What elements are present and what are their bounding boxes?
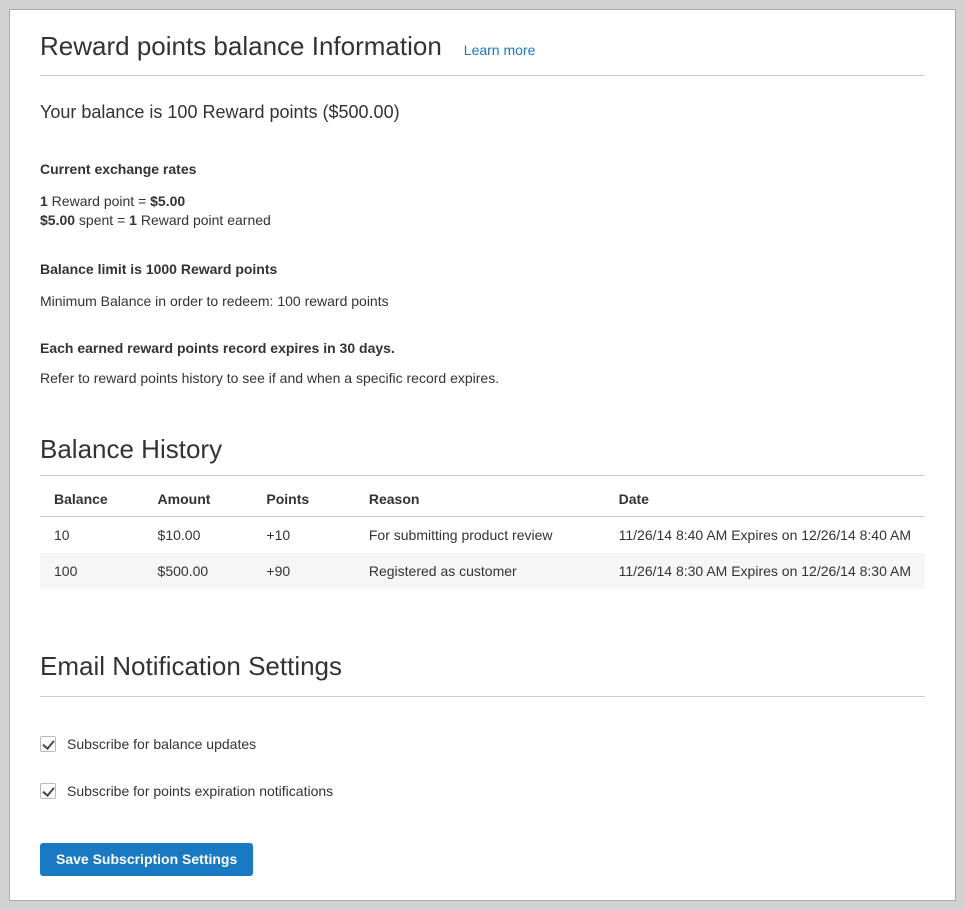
subscription-option-balance-updates: Subscribe for balance updates bbox=[40, 736, 925, 752]
column-header-points: Points bbox=[252, 476, 354, 517]
expiration-policy-text: Each earned reward points record expires… bbox=[40, 340, 925, 356]
column-header-balance: Balance bbox=[40, 476, 144, 517]
divider bbox=[40, 75, 925, 76]
balance-limit-text: Balance limit is 1000 Reward points bbox=[40, 261, 925, 277]
exchange-rate-lines: 1 Reward point = $5.00 $5.00 spent = 1 R… bbox=[40, 192, 925, 230]
page-header: Reward points balance Information Learn … bbox=[40, 23, 925, 62]
exchange-rate-line-2: $5.00 spent = 1 Reward point earned bbox=[40, 211, 925, 230]
column-header-reason: Reason bbox=[355, 476, 605, 517]
exchange-points-value: 1 bbox=[129, 212, 137, 228]
save-subscription-settings-button[interactable]: Save Subscription Settings bbox=[40, 843, 253, 876]
expiration-notifications-checkbox[interactable] bbox=[40, 783, 56, 799]
balance-updates-checkbox[interactable] bbox=[40, 736, 56, 752]
exchange-rate-line-1: 1 Reward point = $5.00 bbox=[40, 192, 925, 211]
exchange-line-text: Reward point earned bbox=[137, 212, 271, 228]
minimum-balance-text: Minimum Balance in order to redeem: 100 … bbox=[40, 293, 925, 309]
cell-balance: 100 bbox=[40, 553, 144, 589]
column-header-date: Date bbox=[605, 476, 925, 517]
cell-points: +90 bbox=[252, 553, 354, 589]
cell-points: +10 bbox=[252, 517, 354, 554]
email-settings-heading: Email Notification Settings bbox=[40, 651, 925, 682]
balance-history-table: Balance Amount Points Reason Date 10 $10… bbox=[40, 475, 925, 589]
exchange-money-value: $5.00 bbox=[40, 212, 75, 228]
learn-more-link[interactable]: Learn more bbox=[464, 42, 536, 58]
table-row: 100 $500.00 +90 Registered as customer 1… bbox=[40, 553, 925, 589]
column-header-amount: Amount bbox=[144, 476, 253, 517]
cell-amount: $10.00 bbox=[144, 517, 253, 554]
table-header-row: Balance Amount Points Reason Date bbox=[40, 476, 925, 517]
cell-reason: Registered as customer bbox=[355, 553, 605, 589]
balance-updates-label[interactable]: Subscribe for balance updates bbox=[67, 736, 256, 752]
exchange-points-value: 1 bbox=[40, 193, 48, 209]
subscription-option-expiration-notifications: Subscribe for points expiration notifica… bbox=[40, 783, 925, 799]
divider bbox=[40, 696, 925, 697]
exchange-rates-heading: Current exchange rates bbox=[40, 161, 925, 177]
exchange-money-value: $5.00 bbox=[150, 193, 185, 209]
expiration-note-text: Refer to reward points history to see if… bbox=[40, 370, 925, 386]
cell-date: 11/26/14 8:30 AM Expires on 12/26/14 8:3… bbox=[605, 553, 925, 589]
balance-history-heading: Balance History bbox=[40, 434, 925, 465]
cell-date: 11/26/14 8:40 AM Expires on 12/26/14 8:4… bbox=[605, 517, 925, 554]
exchange-line-text: spent = bbox=[75, 212, 129, 228]
reward-points-panel: Reward points balance Information Learn … bbox=[9, 9, 956, 901]
balance-summary: Your balance is 100 Reward points ($500.… bbox=[40, 102, 925, 123]
cell-balance: 10 bbox=[40, 517, 144, 554]
table-row: 10 $10.00 +10 For submitting product rev… bbox=[40, 517, 925, 554]
cell-amount: $500.00 bbox=[144, 553, 253, 589]
expiration-notifications-label[interactable]: Subscribe for points expiration notifica… bbox=[67, 783, 333, 799]
exchange-line-text: Reward point = bbox=[48, 193, 150, 209]
page-title: Reward points balance Information bbox=[40, 31, 442, 62]
cell-reason: For submitting product review bbox=[355, 517, 605, 554]
